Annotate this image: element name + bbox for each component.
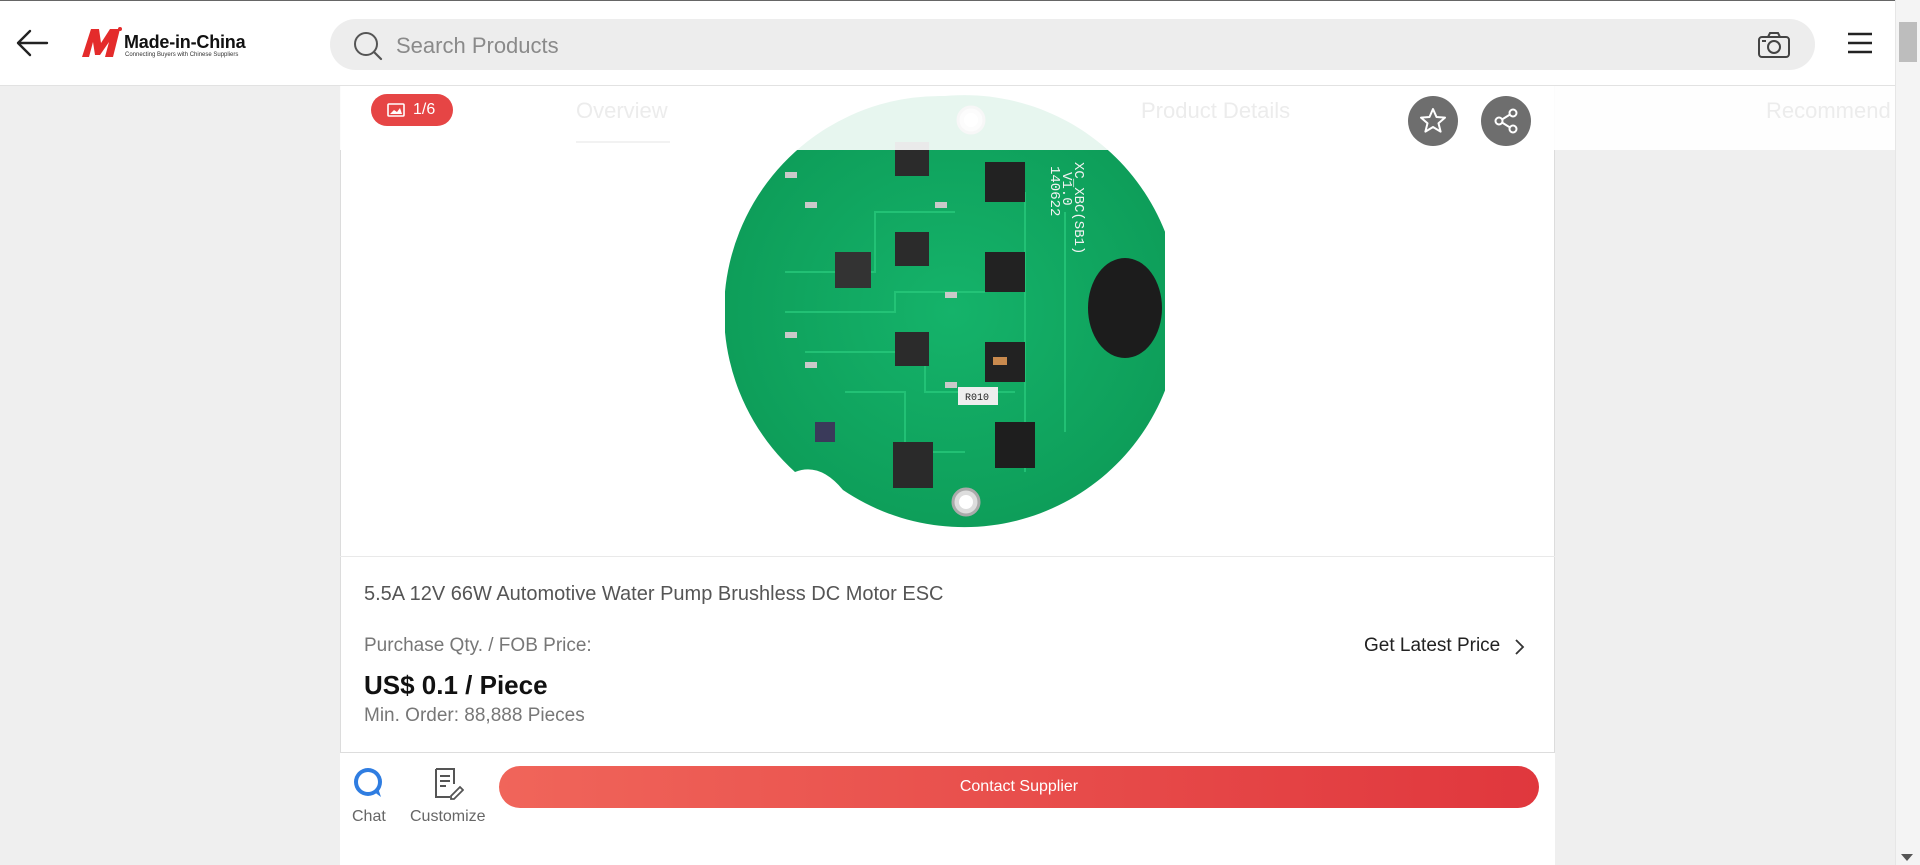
chat-label: Chat bbox=[352, 808, 386, 825]
pcb-date: 140622 bbox=[1046, 166, 1062, 216]
page-scrollbar[interactable] bbox=[1895, 0, 1920, 865]
product-price: US$ 0.1 / Piece bbox=[364, 670, 548, 700]
customize-button[interactable]: Customize bbox=[408, 764, 488, 830]
customize-label: Customize bbox=[410, 808, 486, 825]
logo-m-icon bbox=[82, 27, 122, 57]
min-order: Min. Order: 88,888 Pieces bbox=[364, 705, 585, 726]
camera-icon[interactable] bbox=[1757, 29, 1791, 61]
hamburger-menu-icon[interactable] bbox=[1846, 29, 1874, 57]
share-button[interactable] bbox=[1481, 96, 1531, 146]
chevron-right-icon[interactable] bbox=[1513, 638, 1525, 656]
star-icon bbox=[1420, 108, 1446, 133]
product-image[interactable]: R010 XC_XBC(SB1) V1.0 140622 bbox=[725, 92, 1165, 532]
chat-button[interactable]: Chat bbox=[349, 764, 389, 830]
image-counter-text: 1/6 bbox=[413, 101, 436, 118]
scroll-down-arrow-icon[interactable] bbox=[1901, 854, 1913, 861]
image-divider bbox=[340, 556, 1555, 557]
search-bar bbox=[330, 19, 1815, 70]
top-header: Made-in-China Connecting Buyers with Chi… bbox=[0, 0, 1895, 86]
tab-product-details[interactable]: Product Details bbox=[1141, 98, 1290, 124]
search-input[interactable] bbox=[394, 27, 1698, 64]
pcb-resistor-mark: R010 bbox=[965, 393, 989, 404]
edit-document-icon bbox=[435, 768, 464, 800]
chat-bubble-icon bbox=[354, 768, 382, 797]
picture-icon bbox=[387, 103, 405, 117]
favorite-button[interactable] bbox=[1408, 96, 1458, 146]
section-tabs bbox=[340, 86, 1895, 150]
contact-supplier-button[interactable]: Contact Supplier bbox=[499, 766, 1539, 808]
active-tab-indicator bbox=[576, 141, 670, 143]
tab-recommend[interactable]: Recommend bbox=[1766, 98, 1891, 124]
price-label: Purchase Qty. / FOB Price: bbox=[364, 635, 592, 656]
product-title: 5.5A 12V 66W Automotive Water Pump Brush… bbox=[364, 583, 944, 605]
image-counter-badge: 1/6 bbox=[371, 94, 453, 126]
site-logo[interactable]: Made-in-China Connecting Buyers with Chi… bbox=[80, 25, 250, 61]
share-icon bbox=[1494, 108, 1518, 134]
back-arrow-icon[interactable] bbox=[14, 25, 50, 61]
search-icon[interactable] bbox=[352, 30, 384, 62]
logo-tagline: Connecting Buyers with Chinese Suppliers bbox=[125, 52, 239, 58]
get-latest-price-link[interactable]: Get Latest Price bbox=[1364, 635, 1500, 657]
logo-name: Made-in-China bbox=[124, 32, 246, 52]
scrollbar-thumb[interactable] bbox=[1899, 22, 1917, 62]
tab-overview[interactable]: Overview bbox=[576, 98, 668, 124]
